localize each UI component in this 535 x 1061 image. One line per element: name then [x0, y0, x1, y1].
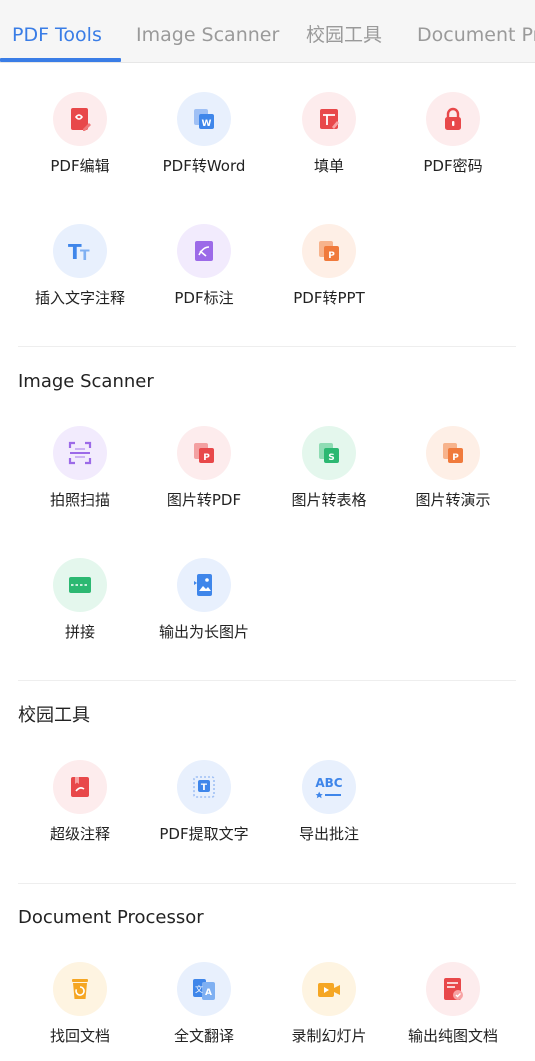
super-annotation-icon	[53, 760, 107, 814]
tool-recover-document[interactable]: 找回文档	[18, 962, 142, 1046]
tool-label: PDF编辑	[50, 157, 110, 175]
tool-label: 导出批注	[298, 825, 359, 843]
tool-label: 全文翻译	[173, 1027, 234, 1045]
fill-form-icon	[302, 92, 356, 146]
tab-bar: PDF Tools Image Scanner 校园工具 Document Pr	[0, 0, 535, 63]
image-to-pdf-icon: P	[177, 426, 231, 480]
tool-label: PDF提取文字	[159, 825, 249, 843]
text-annotation-icon: TT	[53, 224, 107, 278]
tool-label: PDF标注	[174, 289, 234, 307]
pdf-to-word-icon: W	[177, 92, 231, 146]
pdf-to-ppt-icon: P	[302, 224, 356, 278]
svg-text:T: T	[201, 783, 208, 793]
lock-icon	[426, 92, 480, 146]
tool-label: 拼接	[64, 623, 95, 641]
tool-super-annotation[interactable]: 超级注释	[18, 760, 142, 844]
tool-stitch[interactable]: 拼接	[18, 558, 142, 642]
image-to-slides-icon: P	[426, 426, 480, 480]
photo-scan-icon	[53, 426, 107, 480]
svg-text:ABC: ABC	[315, 776, 342, 790]
long-image-icon	[177, 558, 231, 612]
tool-full-text-translate[interactable]: 文A 全文翻译	[142, 962, 266, 1046]
svg-text:文: 文	[195, 984, 203, 994]
svg-text:W: W	[202, 119, 212, 129]
tool-insert-text-annotation[interactable]: TT 插入文字注释	[18, 224, 142, 308]
tool-label: 输出纯图文档	[407, 1027, 498, 1045]
svg-text:S: S	[328, 453, 334, 463]
tool-image-to-slides[interactable]: P 图片转演示	[391, 426, 515, 510]
tool-long-image[interactable]: 输出为长图片	[142, 558, 266, 642]
pdf-edit-icon	[53, 92, 107, 146]
tool-image-to-sheet[interactable]: S 图片转表格	[267, 426, 391, 510]
svg-text:P: P	[452, 453, 459, 463]
section-divider	[18, 346, 516, 347]
pdf-markup-icon	[177, 224, 231, 278]
tab-document-processor[interactable]: Document Pr	[417, 22, 535, 48]
tab-campus-tools[interactable]: 校园工具	[306, 22, 382, 48]
svg-text:T: T	[80, 248, 90, 264]
tool-fill-form[interactable]: 填单	[267, 92, 391, 176]
record-slides-icon	[302, 962, 356, 1016]
tool-label: PDF密码	[423, 157, 483, 175]
tool-pdf-to-word[interactable]: W PDF转Word	[142, 92, 266, 176]
tool-record-slides[interactable]: 录制幻灯片	[267, 962, 391, 1046]
tool-image-only-document[interactable]: 输出纯图文档	[391, 962, 515, 1046]
extract-text-icon: T	[177, 760, 231, 814]
tool-label: 图片转演示	[415, 491, 491, 509]
image-only-document-icon	[426, 962, 480, 1016]
recover-document-icon	[53, 962, 107, 1016]
active-tab-indicator	[0, 58, 121, 62]
tool-pdf-edit[interactable]: PDF编辑	[18, 92, 142, 176]
tool-label: 输出为长图片	[158, 623, 249, 641]
tool-pdf-markup[interactable]: PDF标注	[142, 224, 266, 308]
tool-label: 拍照扫描	[49, 491, 110, 509]
tool-label: 找回文档	[49, 1027, 110, 1045]
tool-label: 图片转PDF	[166, 491, 242, 509]
tool-label: 录制幻灯片	[291, 1027, 367, 1045]
tool-label: 填单	[313, 157, 344, 175]
stitch-icon	[53, 558, 107, 612]
translate-icon: 文A	[177, 962, 231, 1016]
tool-pdf-password[interactable]: PDF密码	[391, 92, 515, 176]
svg-text:P: P	[203, 453, 210, 463]
section-title-image-scanner: Image Scanner	[18, 371, 154, 392]
tool-label: 超级注释	[49, 825, 110, 843]
section-title-document-processor: Document Processor	[18, 907, 204, 928]
export-comments-icon: ABC	[302, 760, 356, 814]
image-to-sheet-icon: S	[302, 426, 356, 480]
tab-image-scanner[interactable]: Image Scanner	[136, 22, 279, 48]
tool-label: 插入文字注释	[34, 289, 125, 307]
svg-text:A: A	[205, 988, 212, 998]
svg-text:P: P	[328, 251, 335, 261]
tool-extract-text[interactable]: T PDF提取文字	[142, 760, 266, 844]
section-divider	[18, 883, 516, 884]
section-divider	[18, 680, 516, 681]
tool-photo-scan[interactable]: 拍照扫描	[18, 426, 142, 510]
tab-pdf-tools[interactable]: PDF Tools	[12, 22, 102, 48]
tool-pdf-to-ppt[interactable]: P PDF转PPT	[267, 224, 391, 308]
tool-label: PDF转Word	[162, 157, 246, 175]
tool-image-to-pdf[interactable]: P 图片转PDF	[142, 426, 266, 510]
tool-label: 图片转表格	[291, 491, 367, 509]
section-title-campus-tools: 校园工具	[18, 705, 90, 726]
tool-label: PDF转PPT	[293, 289, 365, 307]
tool-export-comments[interactable]: ABC 导出批注	[267, 760, 391, 844]
